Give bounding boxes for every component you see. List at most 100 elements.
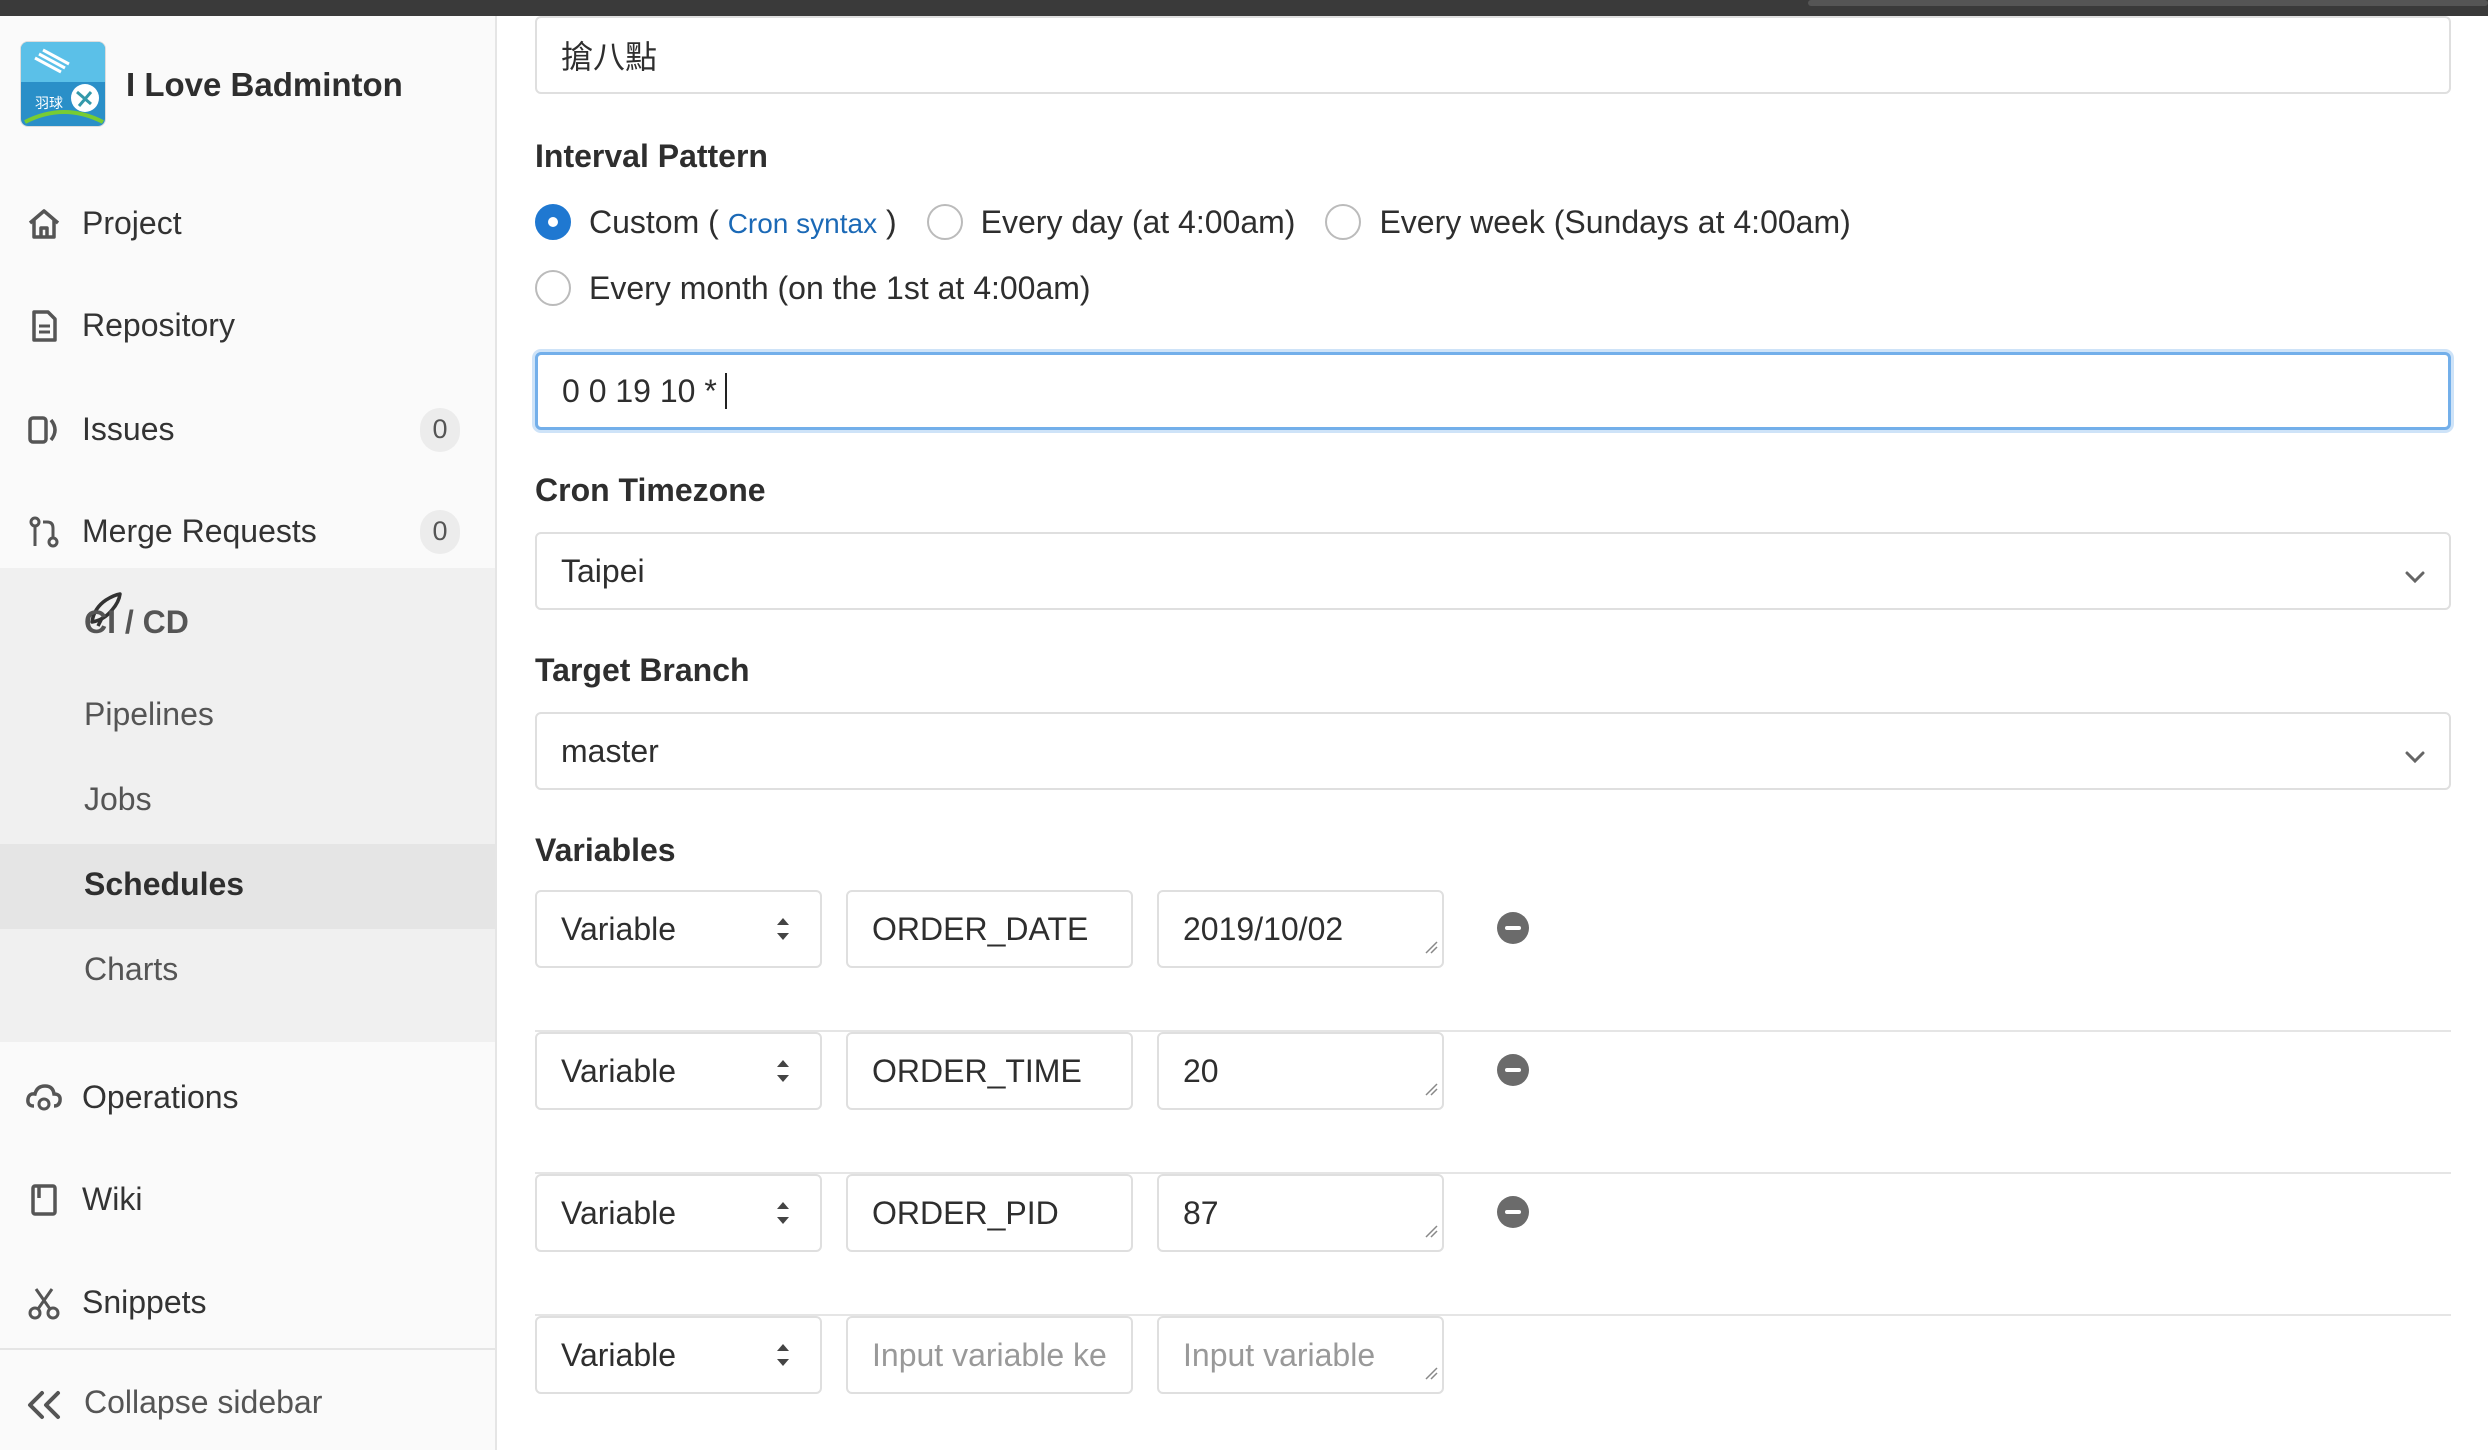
variable-type-value: Variable xyxy=(561,1336,677,1373)
sidebar: 羽球 I Love Badminton Project Repository I… xyxy=(0,16,497,1450)
radio-every-month[interactable] xyxy=(535,270,571,306)
sidebar-subitem-schedules[interactable]: Schedules xyxy=(0,844,495,929)
variable-type-select[interactable]: Variable xyxy=(535,1032,822,1110)
resize-handle-icon[interactable] xyxy=(1424,925,1438,962)
variable-value-input[interactable]: 20 xyxy=(1157,1032,1444,1110)
variable-value-input[interactable]: Input variable xyxy=(1157,1316,1444,1394)
variable-type-select[interactable]: Variable xyxy=(535,890,822,968)
home-icon xyxy=(24,204,64,244)
variable-value-text: 20 xyxy=(1183,1052,1219,1089)
variable-value-input[interactable]: 2019/10/02 xyxy=(1157,890,1444,968)
project-avatar[interactable]: 羽球 xyxy=(20,41,106,127)
sidebar-item-operations[interactable]: Operations xyxy=(0,1046,495,1149)
sidebar-item-issues[interactable]: Issues 0 xyxy=(0,378,495,481)
chevron-down-icon xyxy=(2403,560,2427,597)
merge-request-icon xyxy=(24,512,64,552)
variable-type-value: Variable xyxy=(561,1194,677,1231)
sidebar-subitem-jobs[interactable]: Jobs xyxy=(0,759,495,844)
sidebar-item-repository[interactable]: Repository xyxy=(0,274,495,377)
variable-key-input[interactable]: ORDER_PID xyxy=(846,1174,1133,1252)
sidebar-subitem-label: Jobs xyxy=(84,781,152,817)
cron-expression-input[interactable]: 0 0 19 10 * xyxy=(535,352,2451,430)
interval-options-row-2: Every month (on the 1st at 4:00am) xyxy=(535,264,1121,312)
sidebar-item-label: Snippets xyxy=(82,1284,207,1320)
variable-key-placeholder: Input variable ke xyxy=(872,1336,1107,1373)
variable-value-placeholder: Input variable xyxy=(1183,1336,1376,1373)
sort-arrows-icon xyxy=(774,1056,792,1094)
variable-key-input[interactable]: ORDER_DATE xyxy=(846,890,1133,968)
resize-handle-icon[interactable] xyxy=(1424,1067,1438,1104)
sidebar-item-label: Merge Requests xyxy=(82,513,317,549)
resize-handle-icon[interactable] xyxy=(1424,1351,1438,1388)
sidebar-item-label: Operations xyxy=(82,1079,239,1115)
variable-type-select[interactable]: Variable xyxy=(535,1316,822,1394)
remove-variable-button[interactable] xyxy=(1497,912,1529,944)
sidebar-item-label: Wiki xyxy=(82,1181,143,1217)
project-name[interactable]: I Love Badminton xyxy=(126,66,403,104)
description-input[interactable]: 搶八點 xyxy=(535,16,2451,94)
avatar-text: 羽球 xyxy=(35,96,63,112)
remove-variable-button[interactable] xyxy=(1497,1054,1529,1086)
variable-type-value: Variable xyxy=(561,1052,677,1089)
scissors-icon xyxy=(24,1283,64,1323)
sidebar-subitem-label: Schedules xyxy=(84,866,245,902)
variable-row: Variable ORDER_DATE 2019/10/02 xyxy=(535,890,2451,1032)
sidebar-item-wiki[interactable]: Wiki xyxy=(0,1148,495,1251)
sidebar-section-cicd: CI / CD Pipelines Jobs Schedules Charts xyxy=(0,568,495,1042)
text-caret xyxy=(724,373,727,409)
collapse-sidebar-label: Collapse sidebar xyxy=(84,1384,323,1420)
sort-arrows-icon xyxy=(774,914,792,952)
sidebar-subitem-label: Pipelines xyxy=(84,696,214,732)
target-branch-label: Target Branch xyxy=(535,652,750,688)
variable-row: Variable ORDER_TIME 20 xyxy=(535,1032,2451,1174)
sidebar-item-project[interactable]: Project xyxy=(0,172,495,275)
variable-key-input[interactable]: Input variable ke xyxy=(846,1316,1133,1394)
sidebar-item-label: Repository xyxy=(82,307,235,343)
badminton-logo-icon: 羽球 xyxy=(21,42,105,126)
sidebar-subitem-charts[interactable]: Charts xyxy=(0,929,495,1014)
cron-expression-value: 0 0 19 10 * xyxy=(562,372,717,409)
radio-custom-label[interactable]: Custom ( Cron syntax ) xyxy=(589,204,897,241)
variable-value-text: 87 xyxy=(1183,1194,1219,1231)
radio-custom[interactable] xyxy=(535,204,571,240)
sidebar-subitem-label: Charts xyxy=(84,951,179,987)
radio-every-month-label[interactable]: Every month (on the 1st at 4:00am) xyxy=(589,270,1091,307)
variable-type-value: Variable xyxy=(561,910,677,947)
variable-value-input[interactable]: 87 xyxy=(1157,1174,1444,1252)
radio-every-day[interactable] xyxy=(926,204,963,240)
variable-key-value: ORDER_PID xyxy=(872,1194,1059,1231)
sidebar-item-label: Issues xyxy=(82,411,175,447)
cron-syntax-link[interactable]: Cron syntax xyxy=(728,208,877,239)
cron-timezone-label: Cron Timezone xyxy=(535,472,766,508)
collapse-sidebar-button[interactable]: Collapse sidebar xyxy=(0,1348,495,1450)
browser-top-bar xyxy=(0,0,2488,16)
issues-count-badge: 0 xyxy=(420,407,460,452)
cron-timezone-select[interactable]: Taipei xyxy=(535,532,2451,610)
radio-every-week-label[interactable]: Every week (Sundays at 4:00am) xyxy=(1379,204,1850,241)
scrollbar-thumb[interactable] xyxy=(1808,0,2488,6)
variable-row: Variable ORDER_PID 87 xyxy=(535,1174,2451,1316)
sort-arrows-icon xyxy=(774,1340,792,1378)
sidebar-subitem-pipelines[interactable]: Pipelines xyxy=(0,674,495,759)
interval-options-row-1: Custom ( Cron syntax ) Every day (at 4:0… xyxy=(535,198,1881,246)
cron-timezone-value: Taipei xyxy=(561,552,645,589)
custom-close-text: ) xyxy=(885,203,897,240)
remove-variable-button[interactable] xyxy=(1497,1196,1529,1228)
variable-key-value: ORDER_TIME xyxy=(872,1052,1082,1089)
document-icon xyxy=(24,306,64,346)
variable-value-text: 2019/10/02 xyxy=(1183,910,1344,947)
variables-label: Variables xyxy=(535,832,676,868)
sidebar-item-snippets[interactable]: Snippets xyxy=(0,1251,495,1354)
cloud-gear-icon xyxy=(24,1078,64,1118)
variable-row-empty: Variable Input variable ke Input variabl… xyxy=(535,1316,2451,1450)
variable-key-input[interactable]: ORDER_TIME xyxy=(846,1032,1133,1110)
sidebar-item-label: CI / CD xyxy=(84,604,189,640)
interval-pattern-label: Interval Pattern xyxy=(535,138,768,174)
radio-every-day-label[interactable]: Every day (at 4:00am) xyxy=(981,204,1296,241)
sidebar-item-cicd[interactable]: CI / CD xyxy=(0,568,495,671)
radio-every-week[interactable] xyxy=(1325,204,1362,240)
resize-handle-icon[interactable] xyxy=(1424,1209,1438,1246)
variable-type-select[interactable]: Variable xyxy=(535,1174,822,1252)
issues-icon xyxy=(24,410,64,450)
target-branch-select[interactable]: master xyxy=(535,712,2451,790)
